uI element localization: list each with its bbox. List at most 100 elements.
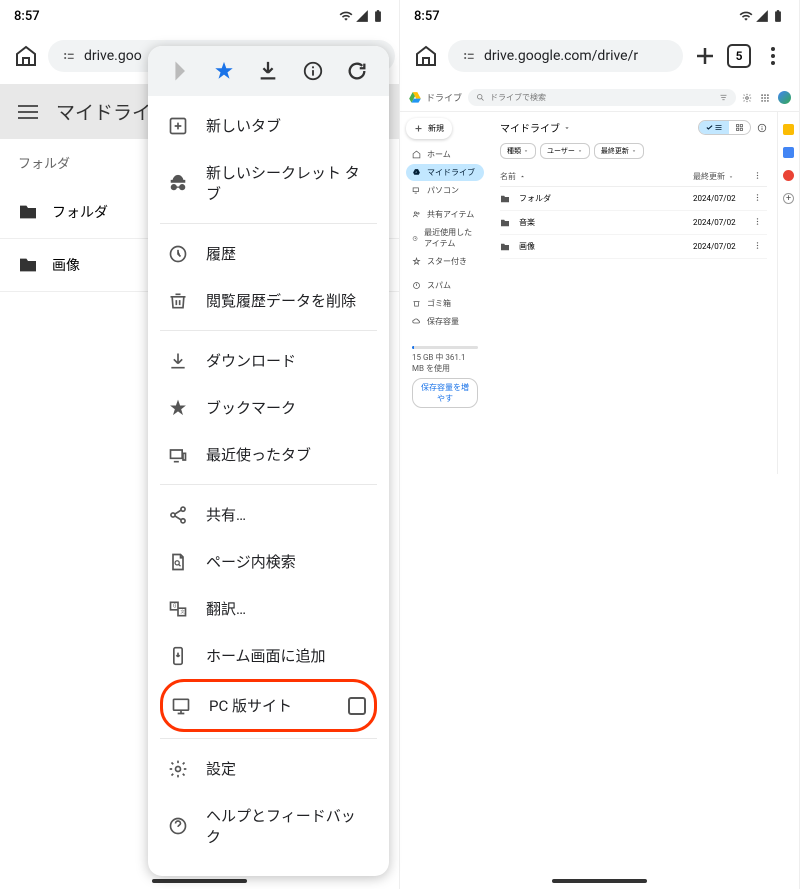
desktop-icon [171,696,191,716]
url-text: drive.goo [84,48,142,64]
hamburger-icon[interactable] [18,105,38,119]
info-icon[interactable] [302,60,324,82]
menu-help[interactable]: ヘルプとフィードバック [160,792,377,860]
tasks-icon[interactable] [783,147,794,158]
devices-icon [168,445,188,465]
signal-icon [755,9,769,23]
site-settings-icon [62,49,76,63]
view-toggle[interactable] [698,120,751,135]
menu-translate[interactable]: G文 翻訳… [160,585,377,632]
search-input[interactable]: ドライブで検索 [468,89,736,106]
list-view[interactable] [699,121,729,134]
home-icon[interactable] [414,44,438,68]
list-row[interactable]: 画像 2024/07/02 [500,235,767,259]
avatar[interactable] [778,91,791,104]
menu-label: 設定 [206,758,236,779]
battery-icon [771,9,785,23]
list-icon [714,123,723,132]
menu-label: 最近使ったタブ [206,444,311,465]
tab-count[interactable]: 5 [727,44,751,68]
gear-icon[interactable] [742,93,752,103]
help-icon [168,816,188,836]
col-modified[interactable]: 最終更新 [693,171,753,182]
site-settings-icon [462,49,476,63]
more-icon[interactable] [753,217,762,226]
info-icon[interactable] [757,123,767,133]
add-app-icon[interactable]: + [783,193,794,204]
menu-history[interactable]: 履歴 [160,230,377,277]
download-icon[interactable] [257,60,279,82]
menu-label: ブックマーク [206,397,296,418]
url-bar[interactable]: drive.google.com/drive/r [448,40,683,72]
filter-type[interactable]: 種類 [500,143,536,159]
star-icon [168,398,188,418]
list-row[interactable]: 音楽 2024/07/02 [500,211,767,235]
menu-downloads[interactable]: ダウンロード [160,337,377,384]
star-icon [412,257,421,266]
cloud-icon [412,317,421,326]
home-icon[interactable] [14,44,38,68]
breadcrumb[interactable]: マイドライブ [500,120,571,135]
filter-icon[interactable] [719,93,728,102]
sidebar-shared[interactable]: 共有アイテム [406,206,484,223]
drive-logo[interactable]: ドライブ [408,91,462,105]
menu-add-to-home[interactable]: ホーム画面に追加 [160,632,377,679]
menu-label: 共有… [206,504,246,525]
sidebar-storage[interactable]: 保存容量 [406,313,484,330]
contacts-icon[interactable] [783,170,794,181]
new-tab-icon[interactable] [693,44,717,68]
refresh-icon[interactable] [346,60,368,82]
find-icon [168,552,188,572]
sidebar-trash[interactable]: ゴミ箱 [406,295,484,312]
wifi-icon [339,9,353,23]
phone-install-icon [168,646,188,666]
menu-settings[interactable]: 設定 [160,745,377,792]
sidebar-starred[interactable]: スター付き [406,253,484,270]
menu-label: 閲覧履歴データを削除 [206,290,356,311]
drive-sidebar: 新規 ホーム マイドライブ パソコン 共有アイテム 最近使用したアイテム スター… [400,112,490,474]
sidebar-recent[interactable]: 最近使用したアイテム [406,224,484,252]
menu-desktop-site[interactable]: PC 版サイト [160,679,377,732]
menu-label: ダウンロード [206,350,296,371]
col-name[interactable]: 名前 [500,171,693,182]
grid-view[interactable] [729,121,750,134]
keep-icon[interactable] [783,124,794,135]
more-icon[interactable] [753,171,762,180]
sidebar-mydrive[interactable]: マイドライブ [406,164,484,181]
new-button[interactable]: 新規 [406,118,452,139]
signal-icon [355,9,369,23]
sidebar-spam[interactable]: スパム [406,277,484,294]
checkbox[interactable] [348,697,366,715]
sidebar-home[interactable]: ホーム [406,146,484,163]
menu-recent-tabs[interactable]: 最近使ったタブ [160,431,377,478]
plus-square-icon [168,116,188,136]
menu-new-tab[interactable]: 新しいタブ [160,102,377,149]
storage-upgrade-button[interactable]: 保存容量を増やす [412,378,478,408]
forward-icon[interactable] [169,60,191,82]
main-header: マイドライブ [500,120,767,135]
star-icon[interactable] [213,60,235,82]
filter-user[interactable]: ユーザー [540,143,590,159]
list-row[interactable]: フォルダ 2024/07/02 [500,187,767,211]
apps-icon[interactable] [760,93,770,103]
menu-find-in-page[interactable]: ページ内検索 [160,538,377,585]
filter-modified[interactable]: 最終更新 [594,143,644,159]
storage-info: 15 GB 中 361.1 MB を使用 保存容量を増やす [406,339,484,412]
drive-body: 新規 ホーム マイドライブ パソコン 共有アイテム 最近使用したアイテム スター… [400,112,799,474]
sidebar-computers[interactable]: パソコン [406,182,484,199]
menu-share[interactable]: 共有… [160,491,377,538]
menu-new-incognito[interactable]: 新しいシークレット タブ [160,149,377,217]
menu-clear-data[interactable]: 閲覧履歴データを削除 [160,277,377,324]
menu-bookmarks[interactable]: ブックマーク [160,384,377,431]
browser-toolbar: drive.google.com/drive/r 5 [400,28,799,84]
folder-icon [500,219,510,227]
grid-icon [735,123,744,132]
more-icon[interactable] [761,44,785,68]
spam-icon [412,281,421,290]
folder-label: 画像 [52,255,80,275]
devices-icon [412,186,421,195]
more-icon[interactable] [753,193,762,202]
drive-desktop-app: ドライブ ドライブで検索 新規 ホーム マイドライブ [400,84,799,474]
more-icon[interactable] [753,241,762,250]
right-rail: + [777,112,799,474]
